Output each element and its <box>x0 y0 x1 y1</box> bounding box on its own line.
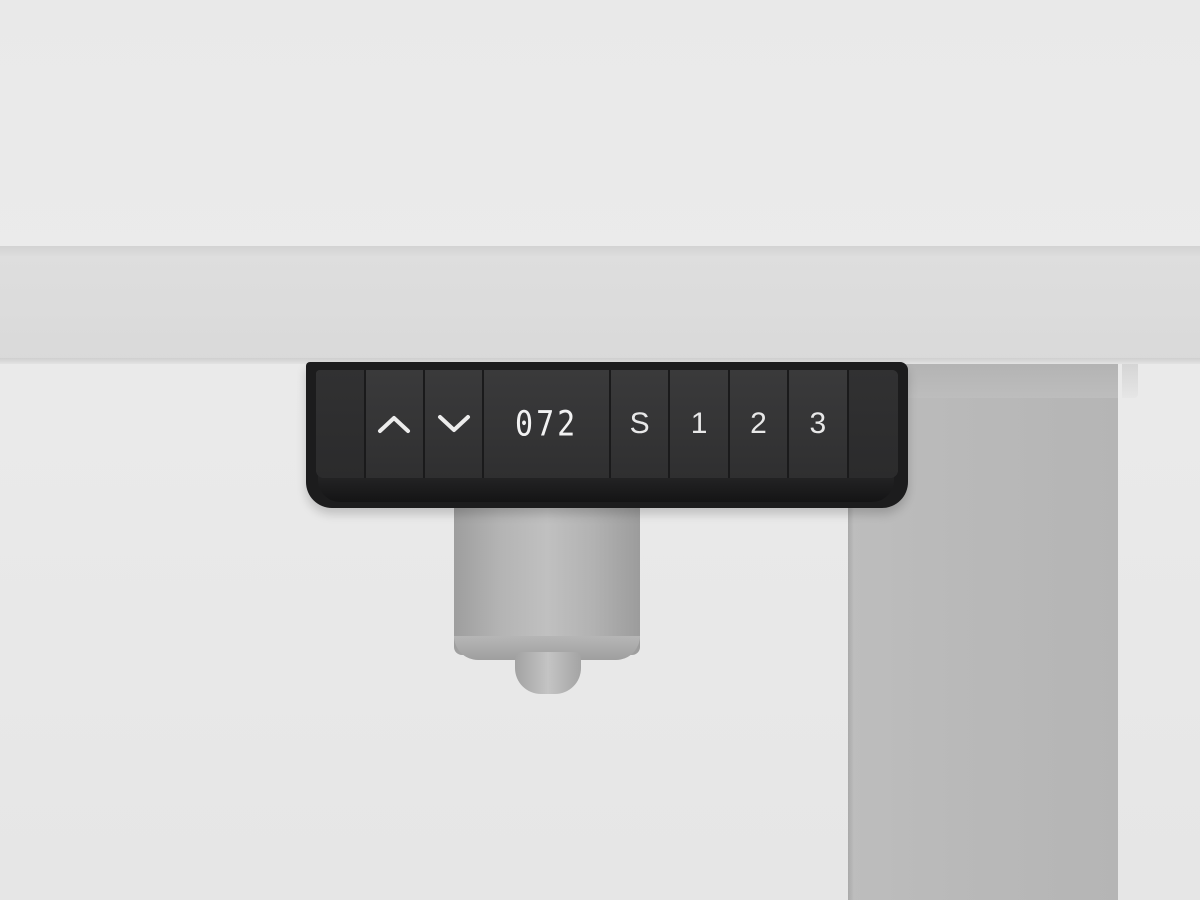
chevron-up-icon <box>377 414 411 434</box>
keypad-left-end <box>316 370 366 478</box>
height-readout: 072 <box>515 403 579 445</box>
chevron-down-icon <box>437 414 471 434</box>
preset-2-button[interactable]: 2 <box>729 370 790 478</box>
keypad-right-end <box>848 370 898 478</box>
preset-2-label: 2 <box>750 407 767 440</box>
desk-leg-bracket <box>1122 362 1138 398</box>
save-button-label: S <box>629 407 650 440</box>
controller-mount <box>454 505 640 655</box>
desk-scene: 072 S 1 2 3 <box>0 0 1200 900</box>
control-keypad: 072 S 1 2 3 <box>316 370 898 478</box>
controller-mount-knob <box>515 652 581 694</box>
height-display: 072 <box>484 370 611 478</box>
preset-3-label: 3 <box>809 407 827 440</box>
down-button[interactable] <box>424 370 485 478</box>
preset-1-button[interactable]: 1 <box>670 370 730 478</box>
preset-3-button[interactable]: 3 <box>789 370 849 478</box>
save-button[interactable]: S <box>610 370 671 478</box>
up-button[interactable] <box>365 370 425 478</box>
preset-1-label: 1 <box>690 407 708 440</box>
desktop-edge <box>0 246 1200 364</box>
desktop-edge-highlight <box>0 246 1200 256</box>
